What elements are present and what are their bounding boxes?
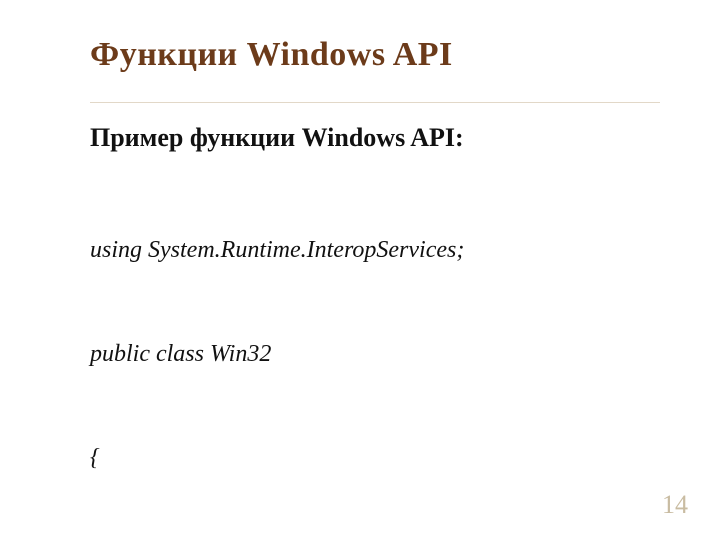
- code-line: {: [90, 441, 660, 476]
- slide: Функции Windows API Пример функции Windo…: [0, 0, 720, 540]
- code-line: public class Win32: [90, 337, 660, 372]
- page-number: 14: [662, 490, 688, 520]
- slide-title: Функции Windows API: [90, 36, 660, 74]
- slide-subtitle: Пример функции Windows API:: [90, 123, 660, 153]
- code-block: using System.Runtime.InteropServices; pu…: [90, 163, 660, 540]
- title-divider: [90, 102, 660, 103]
- code-line: using System.Runtime.InteropServices;: [90, 233, 660, 268]
